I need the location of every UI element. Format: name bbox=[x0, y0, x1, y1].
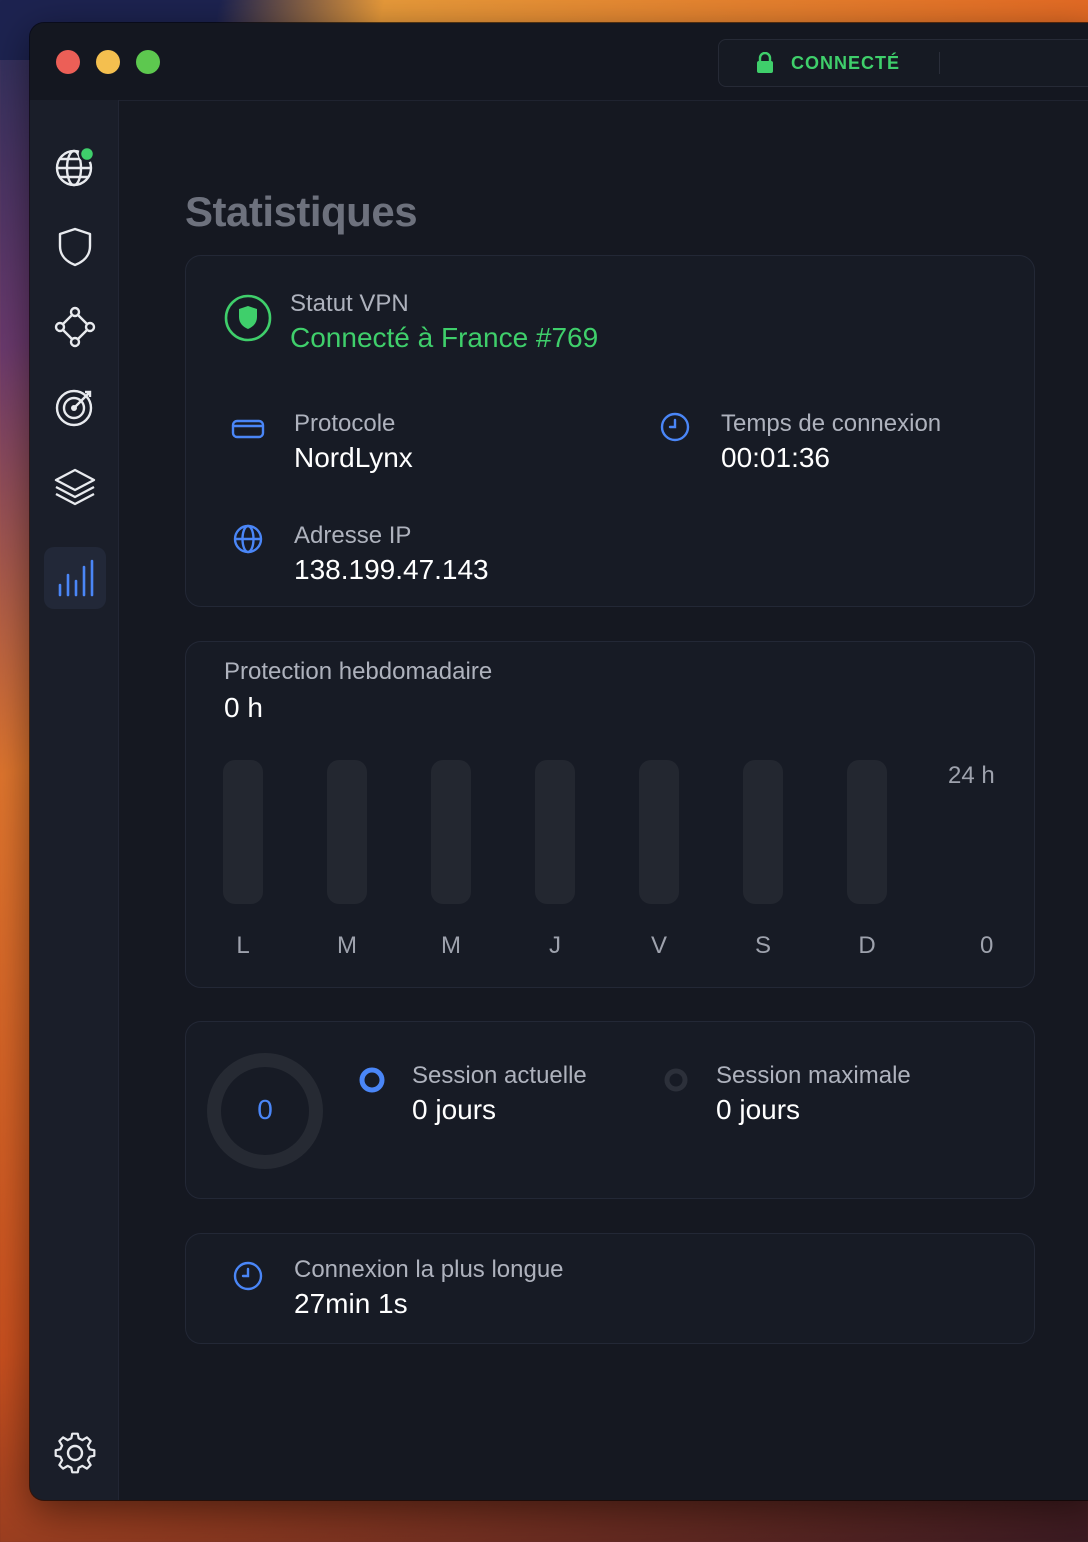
day-label: M bbox=[441, 932, 461, 959]
connection-status-text: CONNECTÉ bbox=[791, 52, 901, 73]
minimize-window-button[interactable] bbox=[96, 50, 120, 74]
connection-time-value: 00:01:36 bbox=[721, 442, 830, 473]
max-session-value: 0 jours bbox=[716, 1094, 801, 1125]
vpn-status-value: Connecté à France #769 bbox=[290, 322, 599, 353]
protocol-icon bbox=[231, 419, 265, 439]
weekly-title: Protection hebdomadaire bbox=[224, 658, 493, 685]
current-session-value: 0 jours bbox=[412, 1094, 497, 1125]
clock-icon bbox=[233, 1261, 263, 1291]
clock-icon bbox=[660, 412, 690, 442]
max-session-dot-icon bbox=[664, 1068, 688, 1092]
weekly-bar bbox=[535, 760, 575, 904]
weekly-bar bbox=[327, 760, 367, 904]
status-divider bbox=[939, 52, 940, 74]
session-streak-card: 0 Session actuelle 0 jours Session maxim… bbox=[185, 1021, 1035, 1199]
globe-icon bbox=[233, 524, 263, 554]
globe-icon bbox=[55, 145, 96, 187]
page-title: Statistiques bbox=[185, 188, 418, 235]
protocol-label: Protocole bbox=[294, 410, 396, 437]
app-window: CONNECTÉ Statistiques Statut VPN Connect… bbox=[30, 23, 1088, 1500]
sidebar-item-meshnet[interactable] bbox=[44, 296, 106, 358]
longest-connection-value: 27min 1s bbox=[294, 1288, 408, 1319]
weekly-bar bbox=[847, 760, 887, 904]
ip-address-label: Adresse IP bbox=[294, 522, 412, 549]
main-content: Statistiques Statut VPN Connecté à Franc… bbox=[118, 100, 1088, 1500]
day-label: S bbox=[754, 932, 771, 959]
close-window-button[interactable] bbox=[56, 50, 80, 74]
meshnet-icon bbox=[54, 306, 96, 348]
max-session-label: Session maximale bbox=[716, 1062, 911, 1089]
current-session-label: Session actuelle bbox=[412, 1062, 587, 1089]
sidebar-item-statistics[interactable] bbox=[44, 547, 106, 609]
sidebar-item-dark-web-monitor[interactable] bbox=[44, 376, 106, 438]
connection-time-item: Temps de connexion 00:01:36 bbox=[657, 410, 941, 474]
weekly-bar bbox=[743, 760, 783, 904]
sidebar-item-settings[interactable] bbox=[44, 1422, 106, 1484]
target-icon bbox=[55, 389, 93, 427]
longest-connection-item: Connexion la plus longue 27min 1s bbox=[230, 1256, 564, 1320]
weekly-protection-card: Protection hebdomadaire 0 h L M M J V S D 24 h… bbox=[185, 641, 1035, 988]
connection-time-label: Temps de connexion bbox=[721, 410, 942, 437]
chart-axis-max: 24 h bbox=[948, 762, 995, 789]
gear-icon bbox=[54, 1432, 96, 1474]
weekly-total: 0 h bbox=[224, 692, 263, 723]
shield-icon bbox=[58, 227, 92, 267]
day-label: J bbox=[549, 932, 561, 959]
session-ring-value: 0 bbox=[257, 1094, 273, 1125]
ip-address-item: Adresse IP 138.199.47.143 bbox=[230, 522, 489, 586]
day-label: M bbox=[337, 932, 357, 959]
current-session-item: Session actuelle 0 jours bbox=[358, 1062, 587, 1126]
sidebar-item-threat-protection[interactable] bbox=[44, 216, 106, 278]
layers-icon bbox=[54, 468, 96, 506]
current-session-dot-icon bbox=[359, 1067, 385, 1093]
sidebar bbox=[30, 100, 119, 1500]
weekly-bar bbox=[639, 760, 679, 904]
vpn-status-item: Statut VPN Connecté à France #769 bbox=[224, 290, 598, 354]
sidebar-item-servers[interactable] bbox=[44, 136, 106, 198]
chart-axis-min: 0 bbox=[980, 932, 994, 959]
title-bar: CONNECTÉ bbox=[30, 23, 1088, 101]
vpn-status-label: Statut VPN bbox=[290, 290, 409, 317]
bar-chart-icon bbox=[58, 559, 94, 597]
longest-connection-card: Connexion la plus longue 27min 1s bbox=[185, 1233, 1035, 1344]
protocol-value: NordLynx bbox=[294, 442, 413, 473]
sidebar-item-split-tunneling[interactable] bbox=[44, 456, 106, 518]
day-label: L bbox=[236, 932, 250, 959]
day-label: V bbox=[650, 932, 667, 959]
connection-status-pill[interactable]: CONNECTÉ bbox=[718, 39, 1088, 87]
weekly-bar bbox=[431, 760, 471, 904]
shield-check-icon bbox=[224, 294, 272, 342]
lock-icon bbox=[757, 52, 773, 73]
max-session-item: Session maximale 0 jours bbox=[662, 1062, 911, 1126]
longest-connection-label: Connexion la plus longue bbox=[294, 1256, 564, 1283]
protocol-item: Protocole NordLynx bbox=[230, 410, 413, 474]
day-label: D bbox=[858, 932, 876, 959]
ip-address-value: 138.199.47.143 bbox=[294, 554, 489, 585]
vpn-status-card: Statut VPN Connecté à France #769 Protoc… bbox=[185, 255, 1035, 607]
zoom-window-button[interactable] bbox=[136, 50, 160, 74]
weekly-bar bbox=[223, 760, 263, 904]
